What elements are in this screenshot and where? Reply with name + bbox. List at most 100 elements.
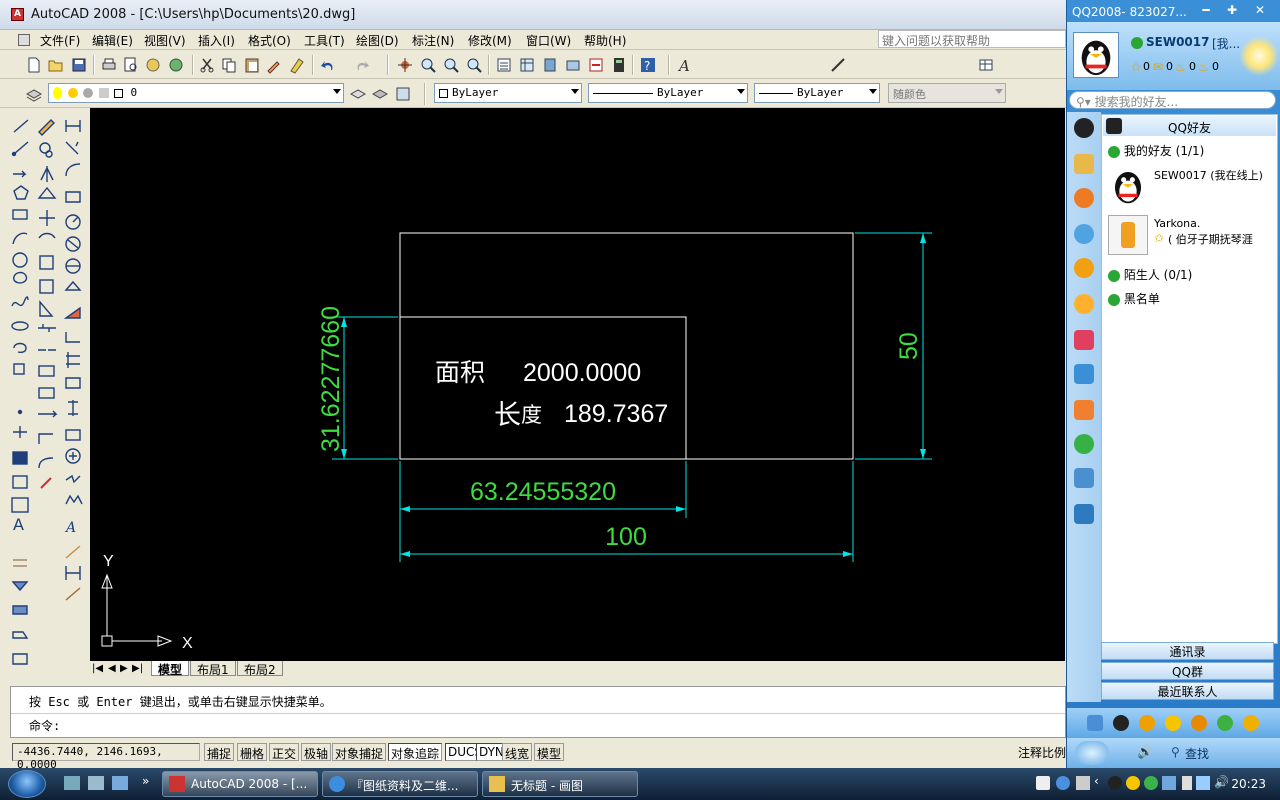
taskbar-item-autocad[interactable]: AutoCAD 2008 - [... bbox=[162, 771, 318, 797]
tab-next-icon[interactable]: ▶ bbox=[120, 663, 128, 674]
snap-toggle[interactable]: 捕捉 bbox=[204, 743, 235, 761]
annotation-scale-label[interactable]: 注释比例 bbox=[1018, 744, 1066, 761]
search-icon[interactable]: ⚲ bbox=[1171, 745, 1180, 759]
zoom-previous-icon[interactable] bbox=[464, 55, 484, 75]
group-strangers[interactable]: 陌生人 (0/1) bbox=[1108, 266, 1192, 283]
settings-icon[interactable] bbox=[1087, 715, 1103, 731]
table-style-icon[interactable] bbox=[976, 55, 996, 75]
block-editor-icon[interactable] bbox=[287, 55, 307, 75]
game-icon[interactable] bbox=[1074, 294, 1094, 314]
taskbar-item-paint[interactable]: 无标题 - 画图 bbox=[482, 771, 638, 797]
lineweight-combo[interactable]: ByLayer bbox=[754, 83, 880, 103]
menu-edit[interactable]: 编辑(E) bbox=[92, 32, 133, 49]
menu-format[interactable]: 格式(O) bbox=[248, 32, 291, 49]
menu-file[interactable]: 文件(F) bbox=[40, 32, 80, 49]
notepad-icon[interactable] bbox=[1074, 364, 1094, 384]
tool-palettes-icon[interactable] bbox=[540, 55, 560, 75]
qq-group-button[interactable]: QQ群 bbox=[1101, 662, 1274, 680]
mail-box-icon[interactable] bbox=[1074, 330, 1094, 350]
open-icon[interactable] bbox=[46, 55, 66, 75]
friend-item[interactable]: Yarkona. ✩ ( 伯牙子期抚琴涯 bbox=[1108, 215, 1278, 259]
publish-icon[interactable] bbox=[143, 55, 163, 75]
qq-maximize-icon[interactable]: ✚ bbox=[1221, 3, 1243, 17]
globe-icon[interactable] bbox=[1074, 224, 1094, 244]
mall-icon[interactable] bbox=[1243, 715, 1259, 731]
polar-toggle[interactable]: 极轴 bbox=[301, 743, 332, 761]
music-icon[interactable] bbox=[1074, 434, 1094, 454]
find-button[interactable]: 查找 bbox=[1185, 745, 1209, 762]
games-icon[interactable] bbox=[1191, 715, 1207, 731]
friend-item[interactable]: SEW0017 (我在线上) bbox=[1108, 165, 1278, 209]
save-icon[interactable] bbox=[69, 55, 89, 75]
recent-contacts-button[interactable]: 最近联系人 bbox=[1101, 682, 1274, 700]
qq-minimize-icon[interactable]: ━ bbox=[1195, 3, 1217, 17]
new-icon[interactable] bbox=[24, 55, 44, 75]
menu-insert[interactable]: 插入(I) bbox=[198, 32, 235, 49]
film-icon[interactable] bbox=[1074, 400, 1094, 420]
color-combo[interactable]: ByLayer bbox=[434, 83, 582, 103]
chevron-right-icon[interactable]: » bbox=[142, 774, 149, 788]
drawing-canvas[interactable]: 31.62277660 50 63.24555320 100 面积 2000.0… bbox=[90, 108, 1065, 661]
zoom-window-icon[interactable] bbox=[441, 55, 461, 75]
chevron-left-icon[interactable]: ‹ bbox=[1094, 774, 1099, 788]
make-object-layer-current-icon[interactable] bbox=[348, 84, 368, 104]
qq-friends-tab-icon[interactable] bbox=[1074, 118, 1094, 138]
match-properties-icon[interactable] bbox=[264, 55, 284, 75]
grid-toggle[interactable]: 栅格 bbox=[237, 743, 268, 761]
properties-icon[interactable] bbox=[494, 55, 514, 75]
tool-icon[interactable] bbox=[1074, 504, 1094, 524]
model-toggle[interactable]: 模型 bbox=[534, 743, 565, 761]
layer-combo[interactable]: 0 bbox=[48, 83, 344, 103]
command-prompt[interactable]: 命令: bbox=[29, 717, 60, 734]
qq-close-icon[interactable]: ✕ bbox=[1249, 3, 1271, 17]
zoom-realtime-icon[interactable] bbox=[418, 55, 438, 75]
lineweight-toggle[interactable]: 线宽 bbox=[502, 743, 533, 761]
garden-icon[interactable] bbox=[1217, 715, 1233, 731]
tab-layout2[interactable]: 布局2 bbox=[237, 661, 283, 677]
redo-icon[interactable] bbox=[352, 55, 372, 75]
battery-icon[interactable] bbox=[1182, 776, 1192, 790]
command-window[interactable]: 按 Esc 或 Enter 键退出，或单击右键显示快捷菜单。 命令: bbox=[10, 686, 1066, 738]
friend-group-header[interactable]: QQ好友 bbox=[1103, 116, 1276, 136]
menu-help[interactable]: 帮助(H) bbox=[584, 32, 626, 49]
tab-last-icon[interactable]: ▶| bbox=[132, 663, 143, 674]
group-blacklist[interactable]: 黑名单 bbox=[1108, 290, 1160, 307]
tab-layout1[interactable]: 布局1 bbox=[190, 661, 236, 677]
menu-draw[interactable]: 绘图(D) bbox=[356, 32, 399, 49]
qq-tray-icon[interactable] bbox=[1108, 776, 1122, 790]
online-status-icon[interactable] bbox=[1131, 37, 1143, 49]
tray-app-icon[interactable] bbox=[1144, 776, 1158, 790]
menu-dimension[interactable]: 标注(N) bbox=[412, 32, 454, 49]
design-center-icon[interactable] bbox=[517, 55, 537, 75]
menu-window[interactable]: 窗口(W) bbox=[526, 32, 571, 49]
tab-model[interactable]: 模型 bbox=[151, 661, 190, 677]
osnap-toggle[interactable]: 对象捕捉 bbox=[332, 743, 387, 761]
paste-icon[interactable] bbox=[242, 55, 262, 75]
menu-view[interactable]: 视图(V) bbox=[144, 32, 186, 49]
music-box-icon[interactable] bbox=[1139, 715, 1155, 731]
qq-nickname[interactable]: SEW0017 bbox=[1146, 35, 1209, 49]
linetype-combo[interactable]: ByLayer bbox=[588, 83, 748, 103]
help-icon[interactable] bbox=[1056, 776, 1070, 790]
help-icon[interactable]: ? bbox=[638, 55, 658, 75]
menu-modify[interactable]: 修改(M) bbox=[468, 32, 512, 49]
3d-dwf-icon[interactable] bbox=[166, 55, 186, 75]
avatar[interactable] bbox=[1073, 32, 1119, 78]
start-button[interactable] bbox=[8, 770, 46, 798]
sheet-set-icon[interactable] bbox=[563, 55, 583, 75]
bell-icon[interactable]: ♨ bbox=[1175, 60, 1186, 74]
clock[interactable]: 20:23 bbox=[1231, 777, 1266, 791]
volume-icon[interactable]: 🔊 bbox=[1214, 775, 1229, 789]
sound-icon[interactable]: 🔊 bbox=[1137, 745, 1153, 760]
network-icon[interactable] bbox=[1196, 776, 1210, 790]
tab-first-icon[interactable]: |◀ bbox=[92, 663, 103, 674]
star-icon[interactable]: ✩ bbox=[1131, 60, 1141, 74]
plot-style-combo[interactable]: 随颜色 bbox=[888, 83, 1006, 103]
text-style-icon[interactable]: A bbox=[676, 55, 696, 75]
friend-search-input[interactable]: ⚲▾ 搜索我的好友... bbox=[1069, 91, 1276, 109]
tray-app-icon[interactable] bbox=[1162, 776, 1176, 790]
switch-windows-icon[interactable] bbox=[88, 776, 104, 790]
group-my-friends[interactable]: 我的好友 (1/1) bbox=[1108, 142, 1204, 159]
markup-icon[interactable] bbox=[586, 55, 606, 75]
plot-preview-icon[interactable] bbox=[121, 55, 141, 75]
